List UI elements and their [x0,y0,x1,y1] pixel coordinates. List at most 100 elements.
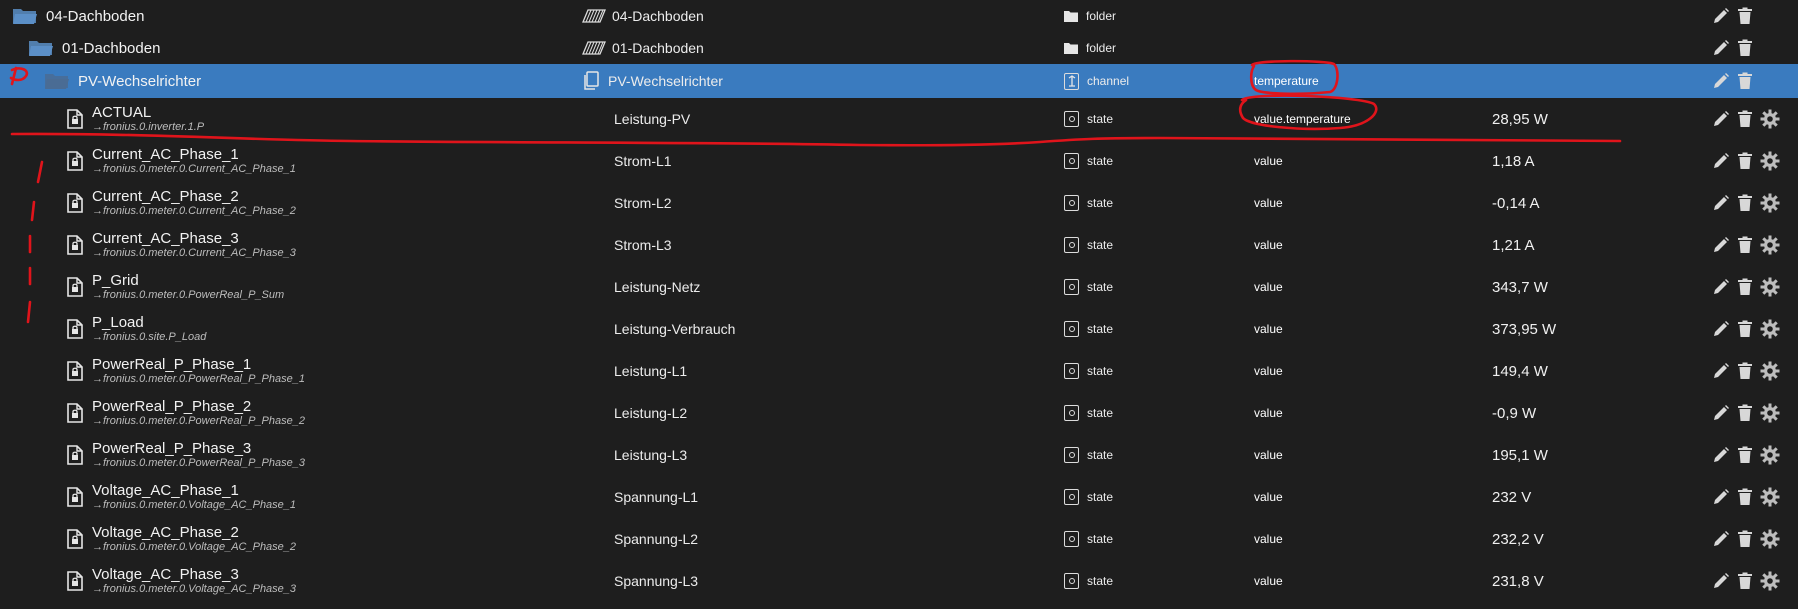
object-alias-target: →fronius.0.meter.0.PowerReal_P_Phase_3 [92,457,305,469]
object-value[interactable]: 1,21 A [1492,224,1692,266]
object-value[interactable]: 373,95 W [1492,308,1692,350]
gear-icon[interactable] [1760,361,1780,381]
state-row[interactable]: P_Grid →fronius.0.meter.0.PowerReal_P_Sum… [0,266,1798,308]
trash-icon[interactable] [1737,404,1753,422]
trash-icon[interactable] [1737,572,1753,590]
trash-icon[interactable] [1737,236,1753,254]
pencil-icon[interactable] [1712,404,1730,422]
object-value[interactable]: 231,8 V [1492,560,1692,602]
gear-icon[interactable] [1760,193,1780,213]
object-title-cell: 01-Dachboden [582,32,1042,64]
pencil-icon[interactable] [1712,446,1730,464]
state-row[interactable]: PowerReal_P_Phase_1 →fronius.0.meter.0.Po… [0,350,1798,392]
object-type-cell: state [1064,476,1244,518]
pencil-icon[interactable] [1712,39,1730,57]
object-value[interactable] [1492,32,1692,64]
state-type-icon [1064,237,1079,253]
state-row[interactable]: P_Load →fronius.0.site.P_Load Leistung-Ver… [0,308,1798,350]
state-type-icon [1064,195,1079,211]
gear-icon[interactable] [1760,571,1780,591]
channel-row[interactable]: PV-Wechselrichter PV-Wechselrichter channe… [0,64,1798,98]
object-name: PV-Wechselrichter [78,72,202,90]
row-actions [1712,140,1798,182]
state-file-icon [62,266,88,308]
gear-icon[interactable] [1760,403,1780,423]
pencil-icon[interactable] [1712,7,1730,25]
trash-icon[interactable] [1737,530,1753,548]
trash-icon[interactable] [1737,72,1753,90]
pencil-icon[interactable] [1712,72,1730,90]
object-value[interactable]: -0,14 A [1492,182,1692,224]
pencil-icon[interactable] [1712,110,1730,128]
gear-icon[interactable] [1760,319,1780,339]
pencil-icon[interactable] [1712,572,1730,590]
folder-open-icon[interactable] [44,64,72,98]
state-row[interactable]: Voltage_AC_Phase_1 →fronius.0.meter.0.Vol… [0,476,1798,518]
state-row[interactable]: PowerReal_P_Phase_3 →fronius.0.meter.0.Po… [0,434,1798,476]
trash-icon[interactable] [1737,362,1753,380]
object-value[interactable]: 232 V [1492,476,1692,518]
object-value[interactable]: 232,2 V [1492,518,1692,560]
trash-icon[interactable] [1737,39,1753,57]
state-file-icon [62,224,88,266]
state-row[interactable]: PowerReal_P_Phase_2 →fronius.0.meter.0.Po… [0,392,1798,434]
gear-icon[interactable] [1760,529,1780,549]
object-type-cell: state [1064,98,1244,140]
object-value[interactable]: -0,9 W [1492,392,1692,434]
copy-icon [582,71,600,91]
state-row[interactable]: Voltage_AC_Phase_3 →fronius.0.meter.0.Vol… [0,560,1798,602]
state-file-icon [62,98,88,140]
object-value[interactable] [1492,64,1692,98]
trash-icon[interactable] [1737,194,1753,212]
object-title-cell: Spannung-L2 [614,518,1074,560]
object-value[interactable]: 28,95 W [1492,98,1692,140]
trash-icon[interactable] [1737,110,1753,128]
trash-icon[interactable] [1737,7,1753,25]
state-type-icon [1064,573,1079,589]
state-row[interactable]: Current_AC_Phase_1 →fronius.0.meter.0.Cur… [0,140,1798,182]
state-row[interactable]: Current_AC_Phase_3 →fronius.0.meter.0.Cur… [0,224,1798,266]
gear-icon[interactable] [1760,151,1780,171]
pencil-icon[interactable] [1712,362,1730,380]
object-name: 04-Dachboden [46,7,145,25]
pencil-icon[interactable] [1712,320,1730,338]
state-row[interactable]: ACTUAL →fronius.0.inverter.1.P Leistung-PV… [0,98,1798,140]
pencil-icon[interactable] [1712,530,1730,548]
object-value[interactable]: 343,7 W [1492,266,1692,308]
pencil-icon[interactable] [1712,194,1730,212]
trash-icon[interactable] [1737,278,1753,296]
state-type-icon [1064,111,1079,127]
object-type: folder [1086,41,1117,55]
folder-row[interactable]: 01-Dachboden 01-Dachboden folder [0,32,1798,64]
folder-open-icon[interactable] [28,32,56,64]
pencil-icon[interactable] [1712,236,1730,254]
pencil-icon[interactable] [1712,278,1730,296]
gear-icon[interactable] [1760,235,1780,255]
object-value[interactable] [1492,0,1692,32]
folder-row[interactable]: 04-Dachboden 04-Dachboden folder [0,0,1798,32]
pencil-icon[interactable] [1712,488,1730,506]
object-value[interactable]: 195,1 W [1492,434,1692,476]
state-row[interactable]: Voltage_AC_Phase_2 →fronius.0.meter.0.Vol… [0,518,1798,560]
row-actions [1712,560,1798,602]
trash-icon[interactable] [1737,320,1753,338]
object-name: PowerReal_P_Phase_1 [92,356,252,373]
folder-open-icon[interactable] [12,0,40,32]
object-value[interactable]: 149,4 W [1492,350,1692,392]
object-alias-target: →fronius.0.inverter.1.P [92,121,205,133]
trash-icon[interactable] [1737,488,1753,506]
gear-icon[interactable] [1760,109,1780,129]
gear-icon[interactable] [1760,487,1780,507]
object-alias-target: →fronius.0.meter.0.PowerReal_P_Sum [92,289,285,301]
pencil-icon[interactable] [1712,152,1730,170]
gear-icon[interactable] [1760,277,1780,297]
gear-icon[interactable] [1760,445,1780,465]
object-type: state [1087,238,1114,252]
object-alias-target: →fronius.0.meter.0.Current_AC_Phase_2 [92,205,296,217]
trash-icon[interactable] [1737,152,1753,170]
object-value[interactable]: 1,18 A [1492,140,1692,182]
state-row[interactable]: Current_AC_Phase_2 →fronius.0.meter.0.Cur… [0,182,1798,224]
object-alias-target: →fronius.0.meter.0.Voltage_AC_Phase_1 [92,499,297,511]
trash-icon[interactable] [1737,446,1753,464]
object-name: ACTUAL [92,104,152,121]
